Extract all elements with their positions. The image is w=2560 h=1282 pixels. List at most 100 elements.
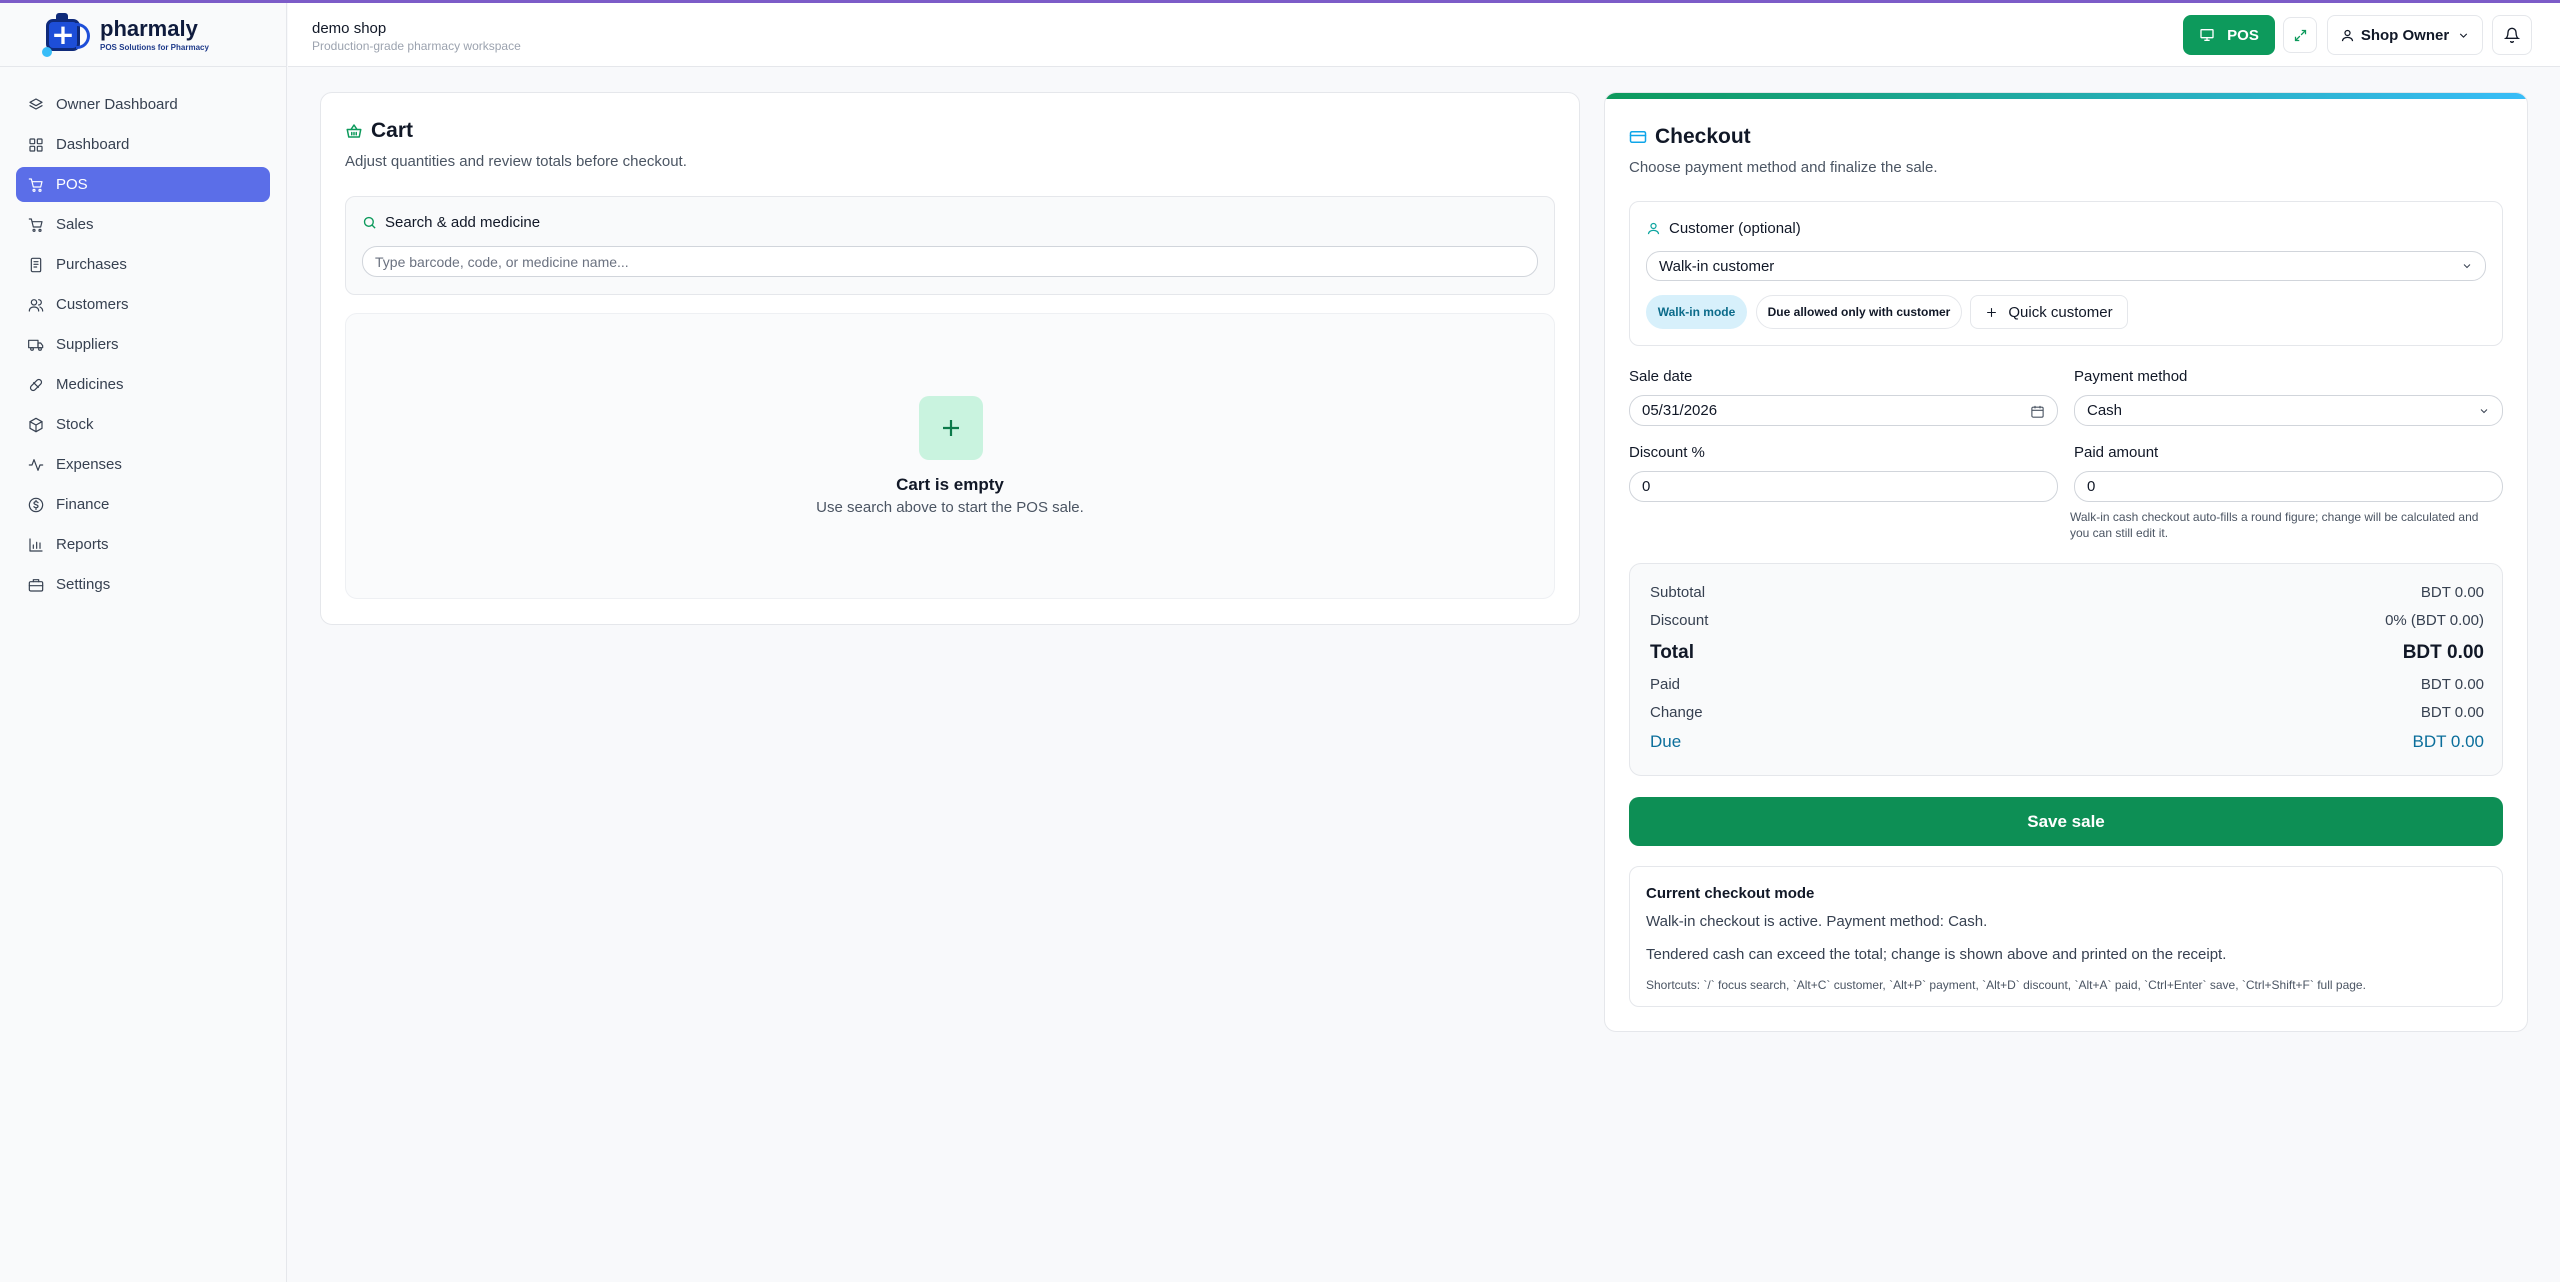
sidebar-item-purchases[interactable]: Purchases (16, 247, 270, 282)
brand-name: pharmaly (100, 15, 198, 41)
sidebar-item-sales[interactable]: Sales (16, 207, 270, 242)
notifications-button[interactable] (2492, 15, 2532, 55)
paid-amount-label: Paid amount (2074, 444, 2159, 461)
sidebar-item-reports[interactable]: Reports (16, 527, 270, 562)
sidebar-item-finance[interactable]: Finance (16, 487, 270, 522)
change-row: Change BDT 0.00 (1650, 704, 2484, 721)
empty-cart-icon-box (919, 396, 983, 460)
sidebar-item-label: Sales (56, 216, 94, 233)
sidebar-item-pos[interactable]: POS (16, 167, 270, 202)
briefcase-icon (28, 578, 44, 592)
sidebar-item-label: Expenses (56, 456, 122, 473)
subtotal-label: Subtotal (1650, 584, 1706, 601)
plus-icon (1987, 307, 1997, 317)
sidebar-item-customers[interactable]: Customers (16, 287, 270, 322)
due-allowed-chip[interactable]: Due allowed only with customer (1756, 295, 1962, 329)
sidebar-item-label: POS (56, 176, 88, 193)
sidebar-item-suppliers[interactable]: Suppliers (16, 327, 270, 362)
receipt-icon (30, 257, 42, 272)
monitor-icon (2200, 29, 2214, 41)
quick-customer-button[interactable]: Quick customer (1970, 295, 2128, 329)
sidebar-item-dashboard[interactable]: Dashboard (16, 127, 270, 162)
cart-empty-state: Cart is empty Use search above to start … (345, 313, 1555, 599)
cart-card: Cart Adjust quantities and review totals… (320, 92, 1580, 625)
checkout-accent-bar (1605, 93, 2527, 99)
due-label: Due (1650, 732, 1682, 751)
search-label-text: Search & add medicine (385, 214, 541, 231)
sidebar-nav: Owner Dashboard Dashboard POS Sales Purc… (0, 67, 286, 602)
due-value: BDT 0.00 (2412, 732, 2484, 751)
customer-label-text: Customer (optional) (1669, 220, 1801, 237)
pharmaly-logo-icon (42, 12, 90, 57)
save-sale-button[interactable]: Save sale (1629, 797, 2503, 846)
brand[interactable]: pharmaly POS Solutions for Pharmacy (0, 3, 286, 67)
cart-icon (28, 217, 43, 232)
user-menu-button[interactable]: Shop Owner (2327, 15, 2483, 55)
user-icon (2341, 29, 2353, 41)
sidebar-item-medicines[interactable]: Medicines (16, 367, 270, 402)
search-panel: Search & add medicine (345, 196, 1555, 295)
calendar-icon[interactable] (2030, 404, 2045, 419)
shop-name: demo shop (312, 20, 387, 37)
customer-panel: Customer (optional) Walk-in customer Wal… (1629, 201, 2503, 346)
sale-date-input[interactable]: 05/31/2026 (1629, 395, 2058, 426)
chevron-down-icon (2460, 32, 2468, 38)
top-header: demo shop Production-grade pharmacy work… (288, 3, 2560, 67)
checkout-title-text: Checkout (1655, 125, 1751, 148)
dollar-icon (28, 497, 44, 512)
sidebar-item-stock[interactable]: Stock (16, 407, 270, 442)
customer-select-value: Walk-in customer (1659, 257, 1775, 275)
checkout-mode-panel: Current checkout mode Walk-in checkout i… (1629, 866, 2503, 1007)
paid-amount-hint: Walk-in cash checkout auto-fills a round… (2070, 510, 2479, 540)
chevron-down-icon (2463, 264, 2471, 269)
customer-select[interactable]: Walk-in customer (1646, 251, 2486, 281)
discount-row-label: Discount (1650, 612, 1709, 629)
bell-icon (2504, 27, 2520, 43)
sidebar-item-settings[interactable]: Settings (16, 567, 270, 602)
discount-label: Discount % (1629, 444, 1705, 461)
paid-label: Paid (1650, 676, 1681, 693)
sidebar-item-expenses[interactable]: Expenses (16, 447, 270, 482)
empty-cart-subtitle: Use search above to start the POS sale. (816, 499, 1084, 516)
walk-in-mode-chip[interactable]: Walk-in mode (1646, 295, 1747, 329)
checkout-mode-title: Current checkout mode (1646, 885, 1815, 902)
total-value: BDT 0.00 (2402, 642, 2484, 663)
chevron-down-icon (2480, 408, 2488, 413)
users-icon (28, 298, 44, 312)
sale-date-value: 05/31/2026 (1642, 402, 1718, 419)
sidebar-item-label: Settings (56, 576, 111, 593)
paid-amount-input[interactable]: 0 (2074, 471, 2503, 502)
sidebar-item-label: Suppliers (56, 336, 119, 353)
quick-customer-label: Quick customer (2008, 303, 2113, 321)
paid-amount-value: 0 (2087, 478, 2096, 495)
sidebar-item-label: Dashboard (56, 136, 130, 153)
fullscreen-button[interactable] (2283, 17, 2317, 53)
discount-input[interactable]: 0 (1629, 471, 2058, 502)
bar-chart-icon (29, 537, 43, 552)
search-input[interactable] (362, 246, 1538, 277)
basket-icon (346, 124, 362, 138)
cart-subtitle: Adjust quantities and review totals befo… (345, 153, 687, 170)
pos-button-label: POS (2227, 26, 2259, 44)
paid-value: BDT 0.00 (2420, 676, 2484, 693)
shop-subtitle: Production-grade pharmacy workspace (312, 39, 521, 53)
sidebar-item-owner-dashboard[interactable]: Owner Dashboard (16, 87, 270, 122)
checkout-card: Checkout Choose payment method and final… (1604, 92, 2528, 1032)
grid-icon (29, 137, 43, 152)
discount-value: 0 (1642, 478, 1651, 495)
checkout-mode-line-2: Tendered cash can exceed the total; chan… (1646, 946, 2227, 963)
totals-panel: Subtotal BDT 0.00 Discount 0% (BDT 0.00)… (1629, 563, 2503, 776)
payment-method-select[interactable]: Cash (2074, 395, 2503, 426)
search-label: Search & add medicine (362, 214, 540, 231)
sale-date-label: Sale date (1629, 368, 1693, 385)
pos-button[interactable]: POS (2183, 15, 2275, 55)
empty-cart-title: Cart is empty (896, 475, 1004, 494)
paid-row: Paid BDT 0.00 (1650, 676, 2484, 693)
payment-method-label: Payment method (2074, 368, 2188, 385)
payment-method-value: Cash (2087, 402, 2123, 419)
checkout-subtitle: Choose payment method and finalize the s… (1629, 159, 1938, 176)
checkout-title: Checkout (1629, 125, 1751, 149)
sidebar-item-label: Purchases (56, 256, 127, 273)
brand-tagline: POS Solutions for Pharmacy (100, 42, 209, 52)
checkout-mode-line-1: Walk-in checkout is active. Payment meth… (1646, 913, 1988, 930)
